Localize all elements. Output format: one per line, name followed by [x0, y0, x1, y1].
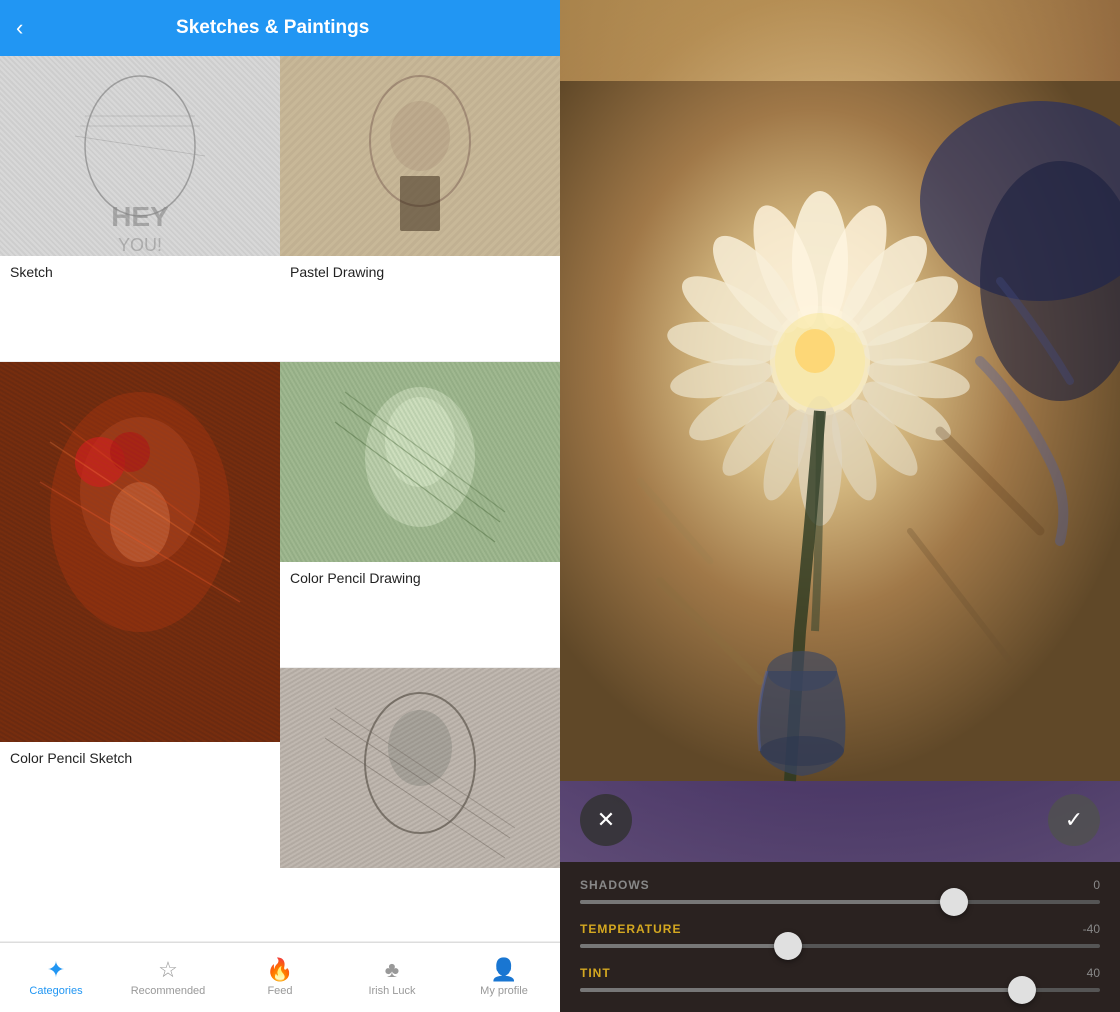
effect-item-cpd[interactable]: DEMO Color Pencil Drawing [280, 362, 560, 668]
photo-controls: ✕ ✓ [560, 794, 1120, 846]
shadows-track[interactable] [580, 900, 1100, 904]
tint-track[interactable] [580, 988, 1100, 992]
tab-my-profile-label: My profile [480, 985, 528, 997]
cancel-button[interactable]: ✕ [580, 794, 632, 846]
photo-area: ✕ ✓ [560, 0, 1120, 862]
tab-irish-luck[interactable]: ♣ Irish Luck [336, 943, 448, 1012]
cpd-thumbnail [280, 362, 560, 562]
back-button[interactable]: ‹ [16, 17, 23, 39]
temperature-slider-row: TEMPERATURE -40 [580, 922, 1100, 948]
painting-background [560, 0, 1120, 862]
svg-text:YOU!: YOU! [118, 235, 162, 255]
feed-icon: 🔥 [266, 959, 293, 981]
temperature-value: -40 [1083, 922, 1100, 936]
irish-luck-icon: ♣ [385, 959, 399, 981]
effect-item-cpsketch[interactable]: Color Pencil Sketch [0, 362, 280, 942]
confirm-button[interactable]: ✓ [1048, 794, 1100, 846]
shadows-value: 0 [1093, 878, 1100, 892]
pastel-thumbnail [280, 56, 560, 256]
effect-item-sketch4[interactable]: DEMO [280, 668, 560, 942]
pastel-label: Pastel Drawing [280, 256, 560, 288]
effect-item-pastel[interactable]: Pastel Drawing [280, 56, 560, 362]
header: ‹ Sketches & Paintings [0, 0, 560, 56]
tint-label: TINT [580, 966, 611, 980]
temperature-thumb[interactable] [774, 932, 802, 960]
shadows-fill [580, 900, 954, 904]
tab-my-profile[interactable]: 👤 My profile [448, 943, 560, 1012]
page-title: Sketches & Paintings [35, 17, 510, 39]
tab-recommended[interactable]: ☆ Recommended [112, 943, 224, 1012]
sliders-section: SHADOWS 0 TEMPERATURE -40 TINT 40 [560, 862, 1120, 1012]
tint-fill [580, 988, 1022, 992]
effects-grid: HEY YOU! Sketch Pastel Drawing [0, 56, 560, 942]
categories-icon: ✦ [47, 959, 65, 981]
temperature-label: TEMPERATURE [580, 922, 681, 936]
tint-value: 40 [1087, 966, 1100, 980]
tab-bar: ✦ Categories ☆ Recommended 🔥 Feed ♣ Iris… [0, 942, 560, 1012]
left-panel: ‹ Sketches & Paintings HEY YOU! Sketch [0, 0, 560, 1012]
sketch-thumbnail: HEY YOU! [0, 56, 280, 256]
cpd-label: Color Pencil Drawing [280, 562, 560, 594]
shadows-thumb[interactable] [940, 888, 968, 916]
effect-item-sketch[interactable]: HEY YOU! Sketch [0, 56, 280, 362]
sketch-label: Sketch [0, 256, 280, 288]
temperature-fill [580, 944, 788, 948]
shadows-header: SHADOWS 0 [580, 878, 1100, 892]
svg-text:HEY: HEY [111, 201, 169, 232]
tab-categories-label: Categories [29, 985, 82, 997]
tint-thumb[interactable] [1008, 976, 1036, 1004]
temperature-track[interactable] [580, 944, 1100, 948]
tab-irish-luck-label: Irish Luck [368, 985, 415, 997]
temperature-header: TEMPERATURE -40 [580, 922, 1100, 936]
shadows-label: SHADOWS [580, 878, 650, 892]
cpsketch-thumbnail [0, 362, 280, 742]
recommended-icon: ☆ [158, 959, 178, 981]
tab-categories[interactable]: ✦ Categories [0, 943, 112, 1012]
tint-slider-row: TINT 40 [580, 966, 1100, 992]
tab-recommended-label: Recommended [131, 985, 206, 997]
shadows-slider-row: SHADOWS 0 [580, 878, 1100, 904]
tab-feed[interactable]: 🔥 Feed [224, 943, 336, 1012]
right-panel: ✕ ✓ SHADOWS 0 TEMPERATURE -40 [560, 0, 1120, 1012]
sketch4-thumbnail [280, 668, 560, 868]
my-profile-icon: 👤 [490, 959, 517, 981]
tab-feed-label: Feed [267, 985, 292, 997]
cpsketch-label: Color Pencil Sketch [0, 742, 280, 774]
